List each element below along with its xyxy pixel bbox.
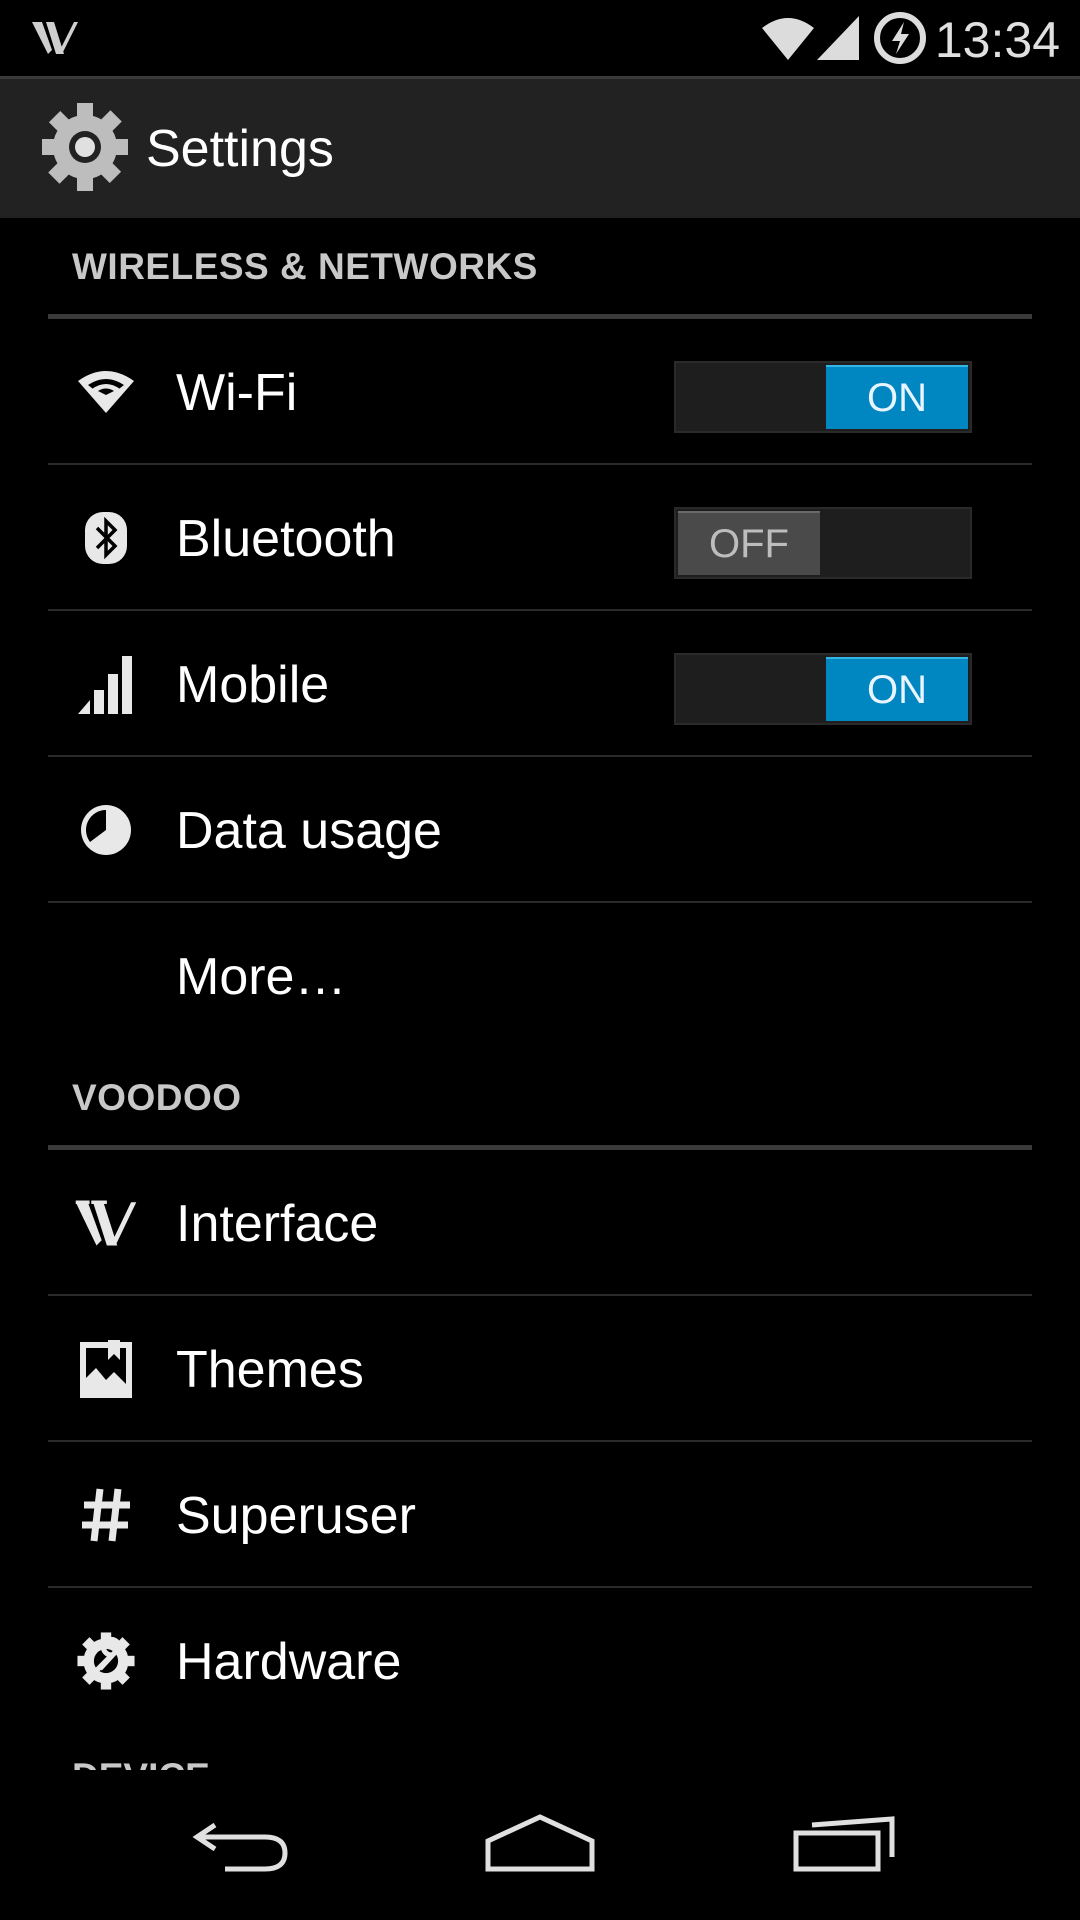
section-header-voodoo: VOODOO — [48, 1049, 1032, 1150]
settings-item-label: Wi-Fi — [176, 364, 298, 422]
hardware-wrench-icon — [74, 1626, 138, 1696]
home-icon — [480, 1811, 600, 1880]
voodoo-logo-icon — [74, 1188, 138, 1258]
page-title: Settings — [146, 120, 334, 178]
navigation-bar — [0, 1770, 1080, 1920]
voodoo-logo-icon — [30, 18, 80, 63]
settings-list[interactable]: WIRELESS & NETWORKS Wi-Fi ON Bluetooth O… — [0, 218, 1080, 1770]
signal-icon — [815, 12, 861, 67]
recent-apps-icon — [790, 1813, 900, 1878]
themes-icon — [74, 1334, 138, 1404]
recent-apps-button[interactable] — [765, 1800, 925, 1890]
settings-item-themes[interactable]: Themes — [48, 1296, 1032, 1442]
charging-battery-icon — [872, 10, 928, 71]
back-icon — [185, 1813, 295, 1878]
back-button[interactable] — [160, 1800, 320, 1890]
action-bar: Settings — [0, 76, 1080, 218]
settings-gear-icon[interactable] — [40, 101, 130, 198]
settings-item-label: Superuser — [176, 1487, 416, 1545]
section-header-wireless: WIRELESS & NETWORKS — [48, 218, 1032, 319]
toggle-knob: ON — [826, 657, 968, 721]
settings-item-label: Themes — [176, 1341, 364, 1399]
settings-item-mobile[interactable]: Mobile ON — [48, 611, 1032, 757]
bluetooth-toggle[interactable]: OFF — [674, 507, 972, 579]
settings-item-label: Data usage — [176, 802, 442, 860]
status-bar: 13:34 — [0, 0, 1080, 76]
settings-item-bluetooth[interactable]: Bluetooth OFF — [48, 465, 1032, 611]
settings-item-label: Hardware — [176, 1633, 402, 1691]
wifi-icon — [74, 357, 138, 427]
hash-icon — [74, 1480, 138, 1550]
settings-item-superuser[interactable]: Superuser — [48, 1442, 1032, 1588]
section-header-label: VOODOO — [72, 1077, 242, 1118]
section-header-device: DEVICE — [48, 1734, 1032, 1770]
settings-item-hardware[interactable]: Hardware — [48, 1588, 1032, 1734]
wifi-toggle[interactable]: ON — [674, 361, 972, 433]
bluetooth-icon — [74, 503, 138, 573]
status-time: 13:34 — [934, 12, 1060, 68]
home-button[interactable] — [460, 1800, 620, 1890]
mobile-data-toggle[interactable]: ON — [674, 653, 972, 725]
settings-item-interface[interactable]: Interface — [48, 1150, 1032, 1296]
toggle-knob: ON — [826, 365, 968, 429]
toggle-knob: OFF — [678, 511, 820, 575]
settings-item-label: Mobile — [176, 656, 330, 714]
settings-item-data-usage[interactable]: Data usage — [48, 757, 1032, 903]
settings-item-more[interactable]: More… — [48, 903, 1032, 1049]
wifi-icon — [760, 14, 816, 67]
section-header-label: DEVICE — [72, 1756, 210, 1770]
settings-item-wifi[interactable]: Wi-Fi ON — [48, 319, 1032, 465]
data-usage-icon — [74, 795, 138, 865]
settings-item-label: Interface — [176, 1195, 379, 1253]
section-header-label: WIRELESS & NETWORKS — [72, 246, 538, 287]
settings-item-label: More… — [176, 948, 347, 1006]
settings-item-label: Bluetooth — [176, 510, 396, 568]
signal-icon — [74, 649, 138, 719]
